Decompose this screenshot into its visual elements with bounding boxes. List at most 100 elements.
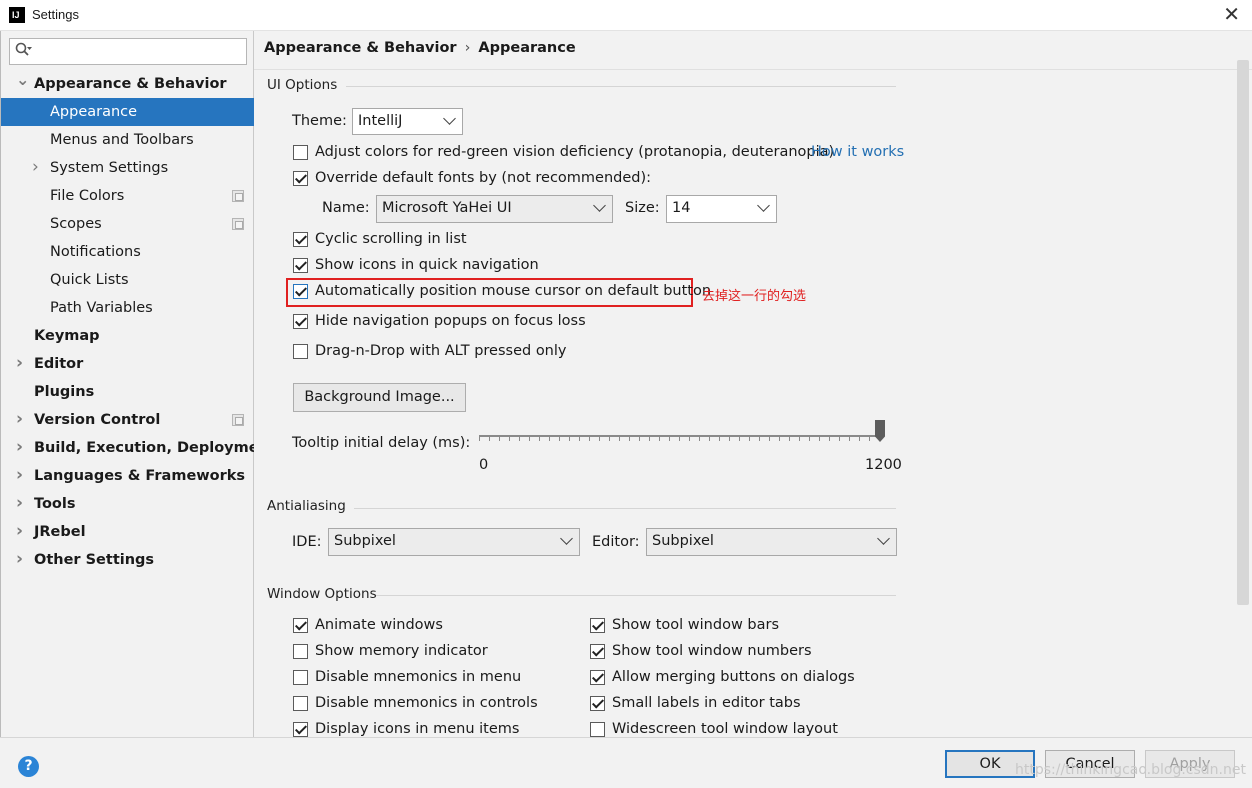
slider-tick (659, 437, 660, 441)
breadcrumb: Appearance & Behavior › Appearance (264, 40, 576, 56)
slider-tick (829, 437, 830, 441)
sidebar-item-other-settings[interactable]: › Other Settings (1, 546, 254, 574)
slider-tick (539, 437, 540, 441)
slider-tick (499, 437, 500, 441)
show-icons-nav-checkbox[interactable] (293, 258, 308, 273)
sidebar-item-system-settings[interactable]: › System Settings (1, 154, 254, 182)
sidebar-item-label: Notifications (50, 244, 141, 260)
sidebar-item-label: Other Settings (34, 552, 155, 568)
sidebar-item-path-variables[interactable]: Path Variables (1, 294, 254, 322)
font-size-select[interactable]: 14 (666, 195, 777, 223)
chevron-right-icon[interactable]: › (32, 153, 39, 181)
slider-thumb[interactable] (875, 420, 885, 442)
sidebar-item-plugins[interactable]: Plugins (1, 378, 254, 406)
animate-windows-checkbox[interactable] (293, 618, 308, 633)
ide-antialiasing-select[interactable]: Subpixel (328, 528, 580, 556)
chevron-down-icon (877, 532, 890, 545)
intellij-icon: IJ (9, 7, 25, 23)
sidebar-item-notifications[interactable]: Notifications (1, 238, 254, 266)
sidebar-item-label: Build, Execution, Deployment (34, 440, 276, 456)
slider-tick (549, 437, 550, 441)
sidebar-item-editor[interactable]: › Editor (1, 350, 254, 378)
disable-mnemonics-in-menu-checkbox[interactable] (293, 670, 308, 685)
search-input[interactable] (9, 38, 247, 65)
slider-tick (739, 437, 740, 441)
slider-tick (599, 437, 600, 441)
auto-position-mouse-checkbox[interactable] (293, 284, 308, 299)
chevron-right-icon[interactable]: › (16, 545, 23, 573)
slider-tick (689, 437, 690, 441)
sidebar-item-label: Scopes (50, 216, 102, 232)
sidebar-item-languages-frameworks[interactable]: › Languages & Frameworks (1, 462, 254, 490)
auto-position-mouse-label: Automatically position mouse cursor on d… (315, 283, 712, 299)
sidebar-item-label: Appearance & Behavior (34, 76, 227, 92)
slider-tick (559, 437, 560, 441)
sidebar-item-file-colors[interactable]: File Colors (1, 182, 254, 210)
divider (346, 86, 896, 87)
sidebar-item-label: Languages & Frameworks (34, 468, 246, 484)
slider-tick (529, 437, 530, 441)
show-tool-window-numbers-checkbox[interactable] (590, 644, 605, 659)
how-it-works-link[interactable]: How it works (811, 144, 904, 160)
settings-sidebar: ⌄ Appearance & Behavior Appearance Menus an… (0, 31, 276, 737)
slider-tick (779, 437, 780, 441)
chevron-right-icon[interactable]: › (16, 349, 23, 377)
allow-merging-buttons-on-dialogs-checkbox[interactable] (590, 670, 605, 685)
scrollbar[interactable] (1237, 60, 1249, 605)
theme-label: Theme: (292, 113, 347, 129)
cyclic-scrolling-label: Cyclic scrolling in list (315, 231, 467, 247)
slider-tick (619, 437, 620, 441)
small-labels-in-editor-tabs-checkbox[interactable] (590, 696, 605, 711)
sidebar-item-label: Plugins (34, 384, 95, 400)
chevron-right-icon[interactable]: › (16, 517, 23, 545)
divider (254, 69, 1252, 70)
chevron-right-icon[interactable]: › (16, 489, 23, 517)
show-tool-window-numbers-label: Show tool window numbers (612, 643, 812, 659)
sidebar-item-quick-lists[interactable]: Quick Lists (1, 266, 254, 294)
slider-tick (799, 437, 800, 441)
theme-select[interactable]: IntelliJ (352, 108, 463, 135)
cyclic-scrolling-checkbox[interactable] (293, 232, 308, 247)
sidebar-item-scopes[interactable]: Scopes (1, 210, 254, 238)
help-icon[interactable]: ? (18, 756, 39, 777)
override-fonts-label: Override default fonts by (not recommend… (315, 170, 652, 186)
show-tool-window-bars-checkbox[interactable] (590, 618, 605, 633)
display-icons-in-menu-items-checkbox[interactable] (293, 722, 308, 737)
sidebar-item-version-control[interactable]: › Version Control (1, 406, 254, 434)
background-image-button[interactable]: Background Image... (293, 383, 466, 412)
window-options-title: Window Options (267, 586, 377, 602)
disable-mnemonics-in-controls-checkbox[interactable] (293, 696, 308, 711)
search-icon (15, 42, 33, 62)
font-size-value: 14 (672, 200, 691, 216)
slider-tick (649, 437, 650, 441)
slider-tick (769, 437, 770, 441)
font-name-select[interactable]: Microsoft YaHei UI (376, 195, 613, 223)
sidebar-item-label: Tools (34, 496, 76, 512)
sidebar-item-label: Keymap (34, 328, 100, 344)
adjust-colors-checkbox[interactable] (293, 145, 308, 160)
sidebar-item-tools[interactable]: › Tools (1, 490, 254, 518)
sidebar-item-build-execution-deployment[interactable]: › Build, Execution, Deployment (1, 433, 276, 462)
slider-tick (479, 437, 480, 441)
chevron-right-icon[interactable]: › (16, 405, 23, 433)
hide-nav-popups-checkbox[interactable] (293, 314, 308, 329)
sidebar-item-appearance-behavior[interactable]: ⌄ Appearance & Behavior (1, 70, 254, 98)
sidebar-item-keymap[interactable]: Keymap (1, 322, 254, 350)
chevron-right-icon[interactable]: › (16, 461, 23, 489)
editor-antialiasing-select[interactable]: Subpixel (646, 528, 897, 556)
sidebar-item-appearance[interactable]: Appearance (1, 98, 254, 126)
font-name-label: Name: (322, 200, 370, 216)
drag-drop-alt-checkbox[interactable] (293, 344, 308, 359)
chevron-right-icon[interactable]: › (16, 433, 23, 461)
show-icons-nav-label: Show icons in quick navigation (315, 257, 539, 273)
chevron-down-icon[interactable]: ⌄ (16, 66, 29, 94)
breadcrumb-parent[interactable]: Appearance & Behavior (264, 40, 457, 56)
widescreen-tool-window-layout-checkbox[interactable] (590, 722, 605, 737)
close-icon[interactable]: ✕ (1223, 3, 1240, 25)
watermark: https://thinkingcao.blog.csdn.net (1015, 762, 1246, 778)
sidebar-item-menus-and-toolbars[interactable]: Menus and Toolbars (1, 126, 254, 154)
sidebar-item-jrebel[interactable]: › JRebel (1, 518, 254, 546)
override-fonts-checkbox[interactable] (293, 171, 308, 186)
show-memory-indicator-checkbox[interactable] (293, 644, 308, 659)
slider-tick (609, 437, 610, 441)
